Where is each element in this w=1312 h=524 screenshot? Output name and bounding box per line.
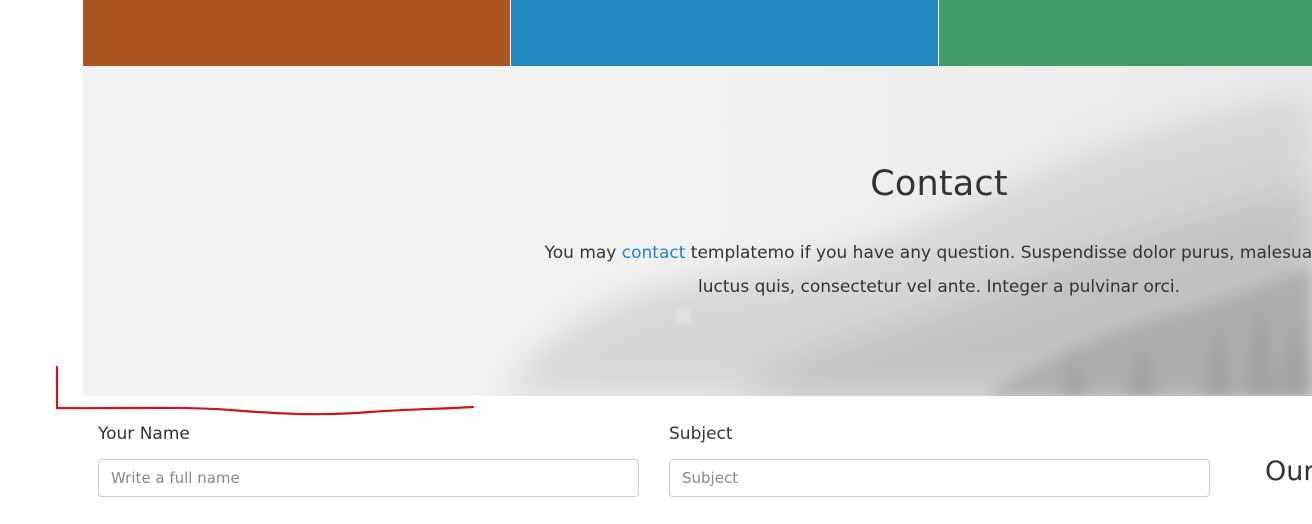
- contact-banner: Contact You may contact templatemo if yo…: [83, 66, 1312, 396]
- side-heading: Our: [1265, 456, 1312, 487]
- banner-description-line-2: luctus quis, consectetur vel ante. Integ…: [698, 277, 1180, 297]
- name-input[interactable]: [98, 459, 639, 497]
- subject-label: Subject: [669, 424, 733, 444]
- banner-text-after-link: templatemo if you have any question. Sus…: [685, 243, 1312, 263]
- contact-link[interactable]: contact: [622, 243, 686, 263]
- banner-description-line-1: You may contact templatemo if you have a…: [83, 236, 1312, 270]
- your-name-label: Your Name: [98, 424, 190, 444]
- page: Contact You may contact templatemo if yo…: [0, 0, 1312, 524]
- banner-content: Contact You may contact templatemo if yo…: [83, 66, 1312, 396]
- subject-input[interactable]: [669, 459, 1210, 497]
- banner-text-before-link: You may: [544, 243, 622, 263]
- color-tile-green: [939, 0, 1312, 66]
- color-tile-orange: [83, 0, 510, 66]
- banner-title: Contact: [870, 164, 1008, 204]
- color-tile-blue: [511, 0, 938, 66]
- banner-description: You may contact templatemo if you have a…: [83, 236, 1312, 304]
- red-annotation-mark: [55, 365, 475, 416]
